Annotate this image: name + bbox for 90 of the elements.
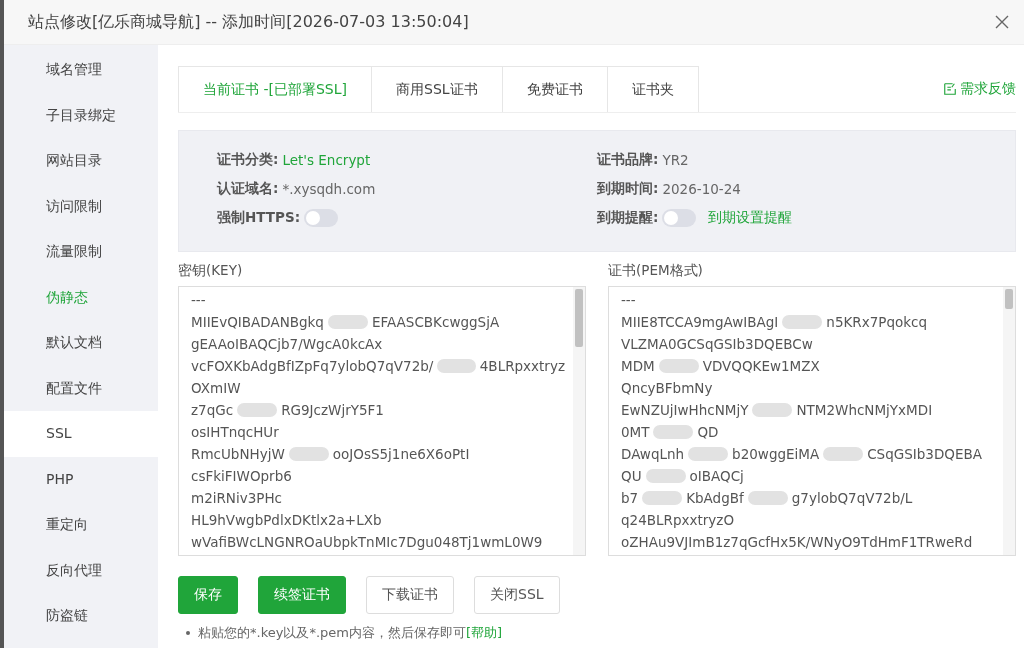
key-text-line: RG9JczWjrY5F1 [281,401,384,420]
scrollbar[interactable] [1003,287,1015,555]
info-label: 认证域名: [217,179,279,198]
scrollbar-thumb[interactable] [1005,289,1013,309]
sidebar-item[interactable]: 网站目录 [4,138,158,184]
key-text-line: KbAdgBf [686,489,744,508]
key-text-line: 4BLRpxxtryz [479,357,565,376]
info-label: 到期时间: [597,179,659,198]
redaction-mark [437,359,476,373]
key-text-line: b7 [621,489,639,508]
info-value: YR2 [662,151,689,168]
key-text-line: MIIEvQIBADANBgkq [191,313,324,332]
key-text-line: QD [697,423,719,442]
sidebar-item[interactable]: 子目录绑定 [4,92,158,138]
key-text-line: oIBAQCj [689,467,744,486]
key-text-line: NTM2WhcNMjYxMDI [796,401,933,420]
key-text-line: osIHTnqcHUr [191,423,279,442]
redaction-mark [688,447,729,461]
redaction-mark [782,315,823,329]
key-text-line: n5KRx7Pqokcq [826,313,928,332]
redaction-mark [752,403,793,417]
redaction-mark [288,447,329,461]
field-label: 密钥(KEY) [178,262,244,280]
redaction-mark [237,403,278,417]
key-text-line: oZHAu9VJImB1z7qGcfHx5K/WNyO9TdHmF1TRweRd [621,533,973,552]
bullet-icon [186,631,190,635]
info-value: Let's Encrypt [282,151,371,168]
sidebar-item[interactable]: 默认文档 [4,320,158,366]
key-text-line: EFAASCBKcwggSjA [371,313,500,332]
toggle-switch[interactable] [304,208,339,227]
key-text-line: DAwqLnh [621,445,685,464]
key-text-line: OXmIW [191,379,241,398]
key-text-line: HL9hVwgbPdlxDKtlx2a+LXb [191,511,382,530]
sidebar-item[interactable]: PHP [4,456,158,502]
info-value: 2026-10-24 [662,180,741,197]
key-text-line: RmcUbNHyjW [191,445,285,464]
hint-text: 粘贴您的*.key以及*.pem内容，然后保存即可[帮助] [198,624,503,642]
key-text-line: gEAAoIBAQCjb7/WgcA0kcAx [191,335,383,354]
redaction-mark [327,315,368,329]
sidebar-item[interactable]: 配置文件 [4,365,158,411]
scrollbar[interactable] [573,287,585,555]
key-text-line: csFkiFIWOprb6 [191,467,292,486]
key-text-line: MDM [621,357,655,376]
edit-icon[interactable] [943,82,957,96]
info-label: 证书分类: [217,150,279,169]
window-title: 站点修改[亿乐商城导航] -- 添加时间[2026-07-03 13:50:04] [28,11,469,33]
toggle-switch[interactable] [662,208,697,227]
scrollbar-thumb[interactable] [575,289,583,347]
key-text-line: q24BLRpxxtryzO [621,511,734,530]
sidebar-item[interactable]: 反向代理 [4,547,158,593]
close-icon[interactable] [994,14,1010,30]
key-text-line: m2iRNiv3PHc [191,489,282,508]
key-text-line: QncyBFbmNy [621,379,713,398]
redaction-mark [747,491,788,505]
key-text-line: VDVQQKEw1MZX [702,357,820,376]
sidebar-item[interactable]: 域名管理 [4,47,158,93]
sidebar-item[interactable]: 流量限制 [4,229,158,275]
key-text-line: MIIE8TCCA9mgAwIBAgI [621,313,779,332]
sidebar-item[interactable]: SSL [4,411,158,457]
redaction-mark [658,359,699,373]
field-label: 证书(PEM格式) [608,262,704,280]
key-text-line: vcFOXKbAdgBfIZpFq7ylobQ7qV72b/ [191,357,434,376]
info-value: *.xysqdh.com [282,180,376,197]
key-text-line: ooJOsS5j1ne6X6oPtI [332,445,470,464]
redaction-mark [823,447,864,461]
info-label: 强制HTTPS: [217,208,301,227]
text-area[interactable] [178,286,586,556]
key-text-line: CSqGSIb3DQEBA [867,445,982,464]
key-text-line: --- [621,291,636,310]
redaction-mark [653,425,694,439]
redaction-mark [642,491,683,505]
sidebar-item[interactable]: 重定向 [4,502,158,548]
key-text-line: b20wggEiMA [732,445,820,464]
action-button[interactable]: 下载证书 [366,576,454,614]
key-text-line: VLZMA0GCSqGSIb3DQEBCw [621,335,813,354]
text-area[interactable] [608,286,1016,556]
key-text-line: g7ylobQ7qV72b/L [791,489,913,508]
key-text-line: --- [191,291,206,310]
info-label: 到期提醒: [597,208,659,227]
key-text-line: 0MT [621,423,650,442]
tab[interactable]: 证书夹 [606,66,699,112]
sidebar-item[interactable]: 防盗链 [4,593,158,639]
redaction-mark [645,469,686,483]
sidebar-item[interactable]: 访问限制 [4,183,158,229]
key-text-line: QU [621,467,642,486]
key-text-line: EwNZUjIwHhcNMjY [621,401,749,420]
action-button[interactable]: 关闭SSL [474,576,560,614]
key-text-line: wVafiBWcLNGNROaUbpkTnMIc7Dgu048Tj1wmL0W9 [191,533,543,552]
info-label: 证书品牌: [597,150,659,169]
key-text-line: z7qGc [191,401,234,420]
